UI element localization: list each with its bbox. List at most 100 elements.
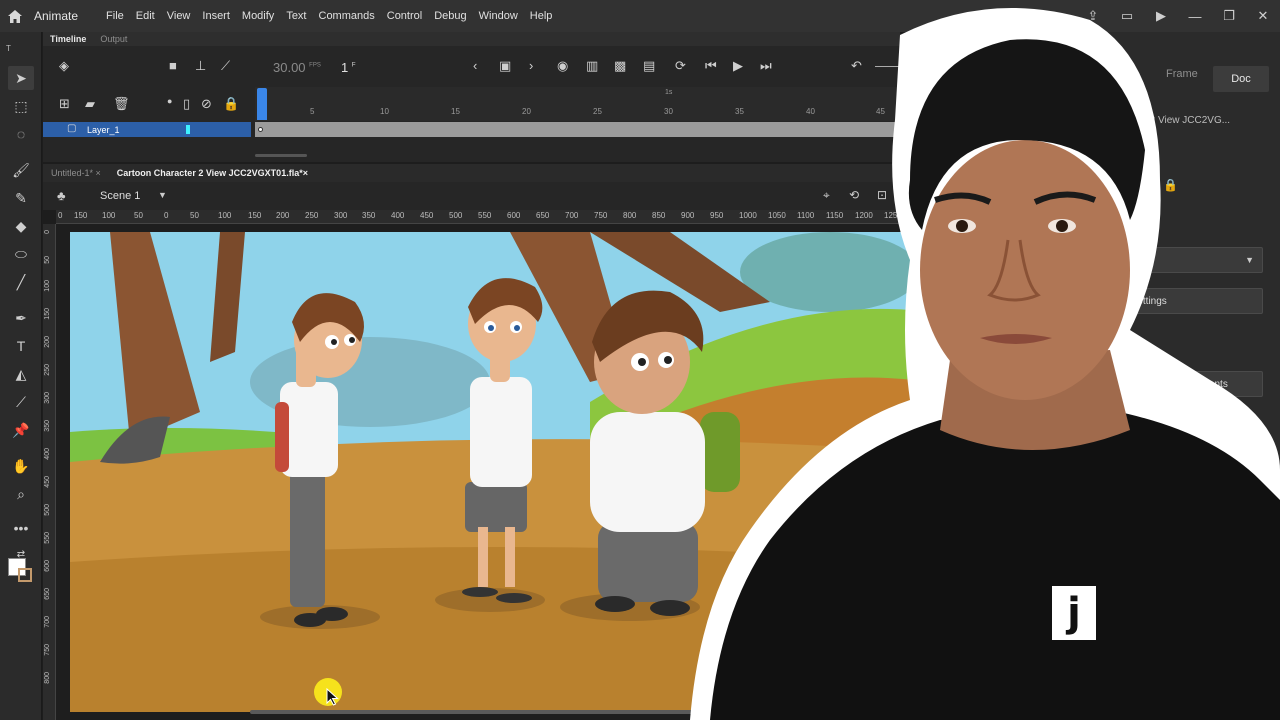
dropdown[interactable]: ▼ — [1113, 247, 1263, 273]
new-folder-icon[interactable]: ▰ — [85, 96, 95, 112]
step-back-icon[interactable]: ⏮ — [705, 58, 717, 74]
document-tabs: Untitled-1* × Cartoon Character 2 View J… — [43, 164, 913, 182]
timeline-scrollbar[interactable] — [255, 154, 307, 157]
highlight-layers-icon[interactable]: ● — [167, 96, 172, 106]
more-tools-icon[interactable]: ••• — [8, 516, 34, 540]
outline-layers-icon[interactable]: ▯ — [183, 96, 190, 112]
prev-keyframe-icon[interactable]: ‹ — [473, 58, 477, 73]
selection-tool-icon[interactable]: ➤ — [8, 66, 34, 90]
stroke-color-swatch[interactable] — [18, 568, 32, 582]
edit-symbols-icon[interactable]: ♣ — [57, 188, 66, 203]
maximize-icon[interactable]: ❐ — [1212, 0, 1246, 32]
oval-tool-icon[interactable]: ⬭ — [8, 242, 34, 266]
frame-ruler[interactable]: 1s 5 10 15 20 25 30 35 40 45 — [255, 87, 900, 121]
clip-stage-icon[interactable]: ⊡ — [877, 188, 887, 202]
close-icon[interactable]: ✕ — [1246, 0, 1280, 32]
eraser-tool-icon[interactable]: ◆ — [8, 214, 34, 238]
hide-layers-icon[interactable]: ⊘ — [201, 96, 212, 112]
brush-tool-icon[interactable]: 🖌 — [8, 158, 34, 182]
next-keyframe-icon[interactable]: › — [529, 58, 533, 73]
properties-panel: Frame Doc er 2 View JCC2VG... 🔒 ▼ e sett… — [913, 32, 1280, 720]
eyedropper-tool-icon[interactable]: ⟋ — [8, 390, 34, 414]
hand-tool-icon[interactable]: ✋ — [8, 454, 34, 478]
undo-icon[interactable]: ↶ — [851, 58, 862, 74]
ruler-label: 350 — [44, 420, 51, 432]
menu-view[interactable]: View — [167, 10, 191, 22]
ruler-label: 0 — [58, 211, 63, 220]
insert-keyframe-icon[interactable]: ▣ — [499, 58, 511, 74]
layer-name[interactable]: Layer_1 — [87, 125, 120, 135]
document-title: er 2 View JCC2VG... — [1138, 115, 1231, 126]
ruler-label: 100 — [218, 211, 232, 220]
doc-tab-untitled[interactable]: Untitled-1* × — [43, 168, 109, 178]
stage-area[interactable] — [56, 224, 913, 720]
ruler-label: 1200 — [855, 211, 873, 220]
onion-skin-icon[interactable]: ◉ — [557, 58, 568, 74]
test-movie-icon[interactable]: ▶ — [1144, 0, 1178, 32]
current-frame[interactable]: 1 — [341, 60, 348, 75]
free-transform-tool-icon[interactable]: ⬚ — [8, 94, 34, 118]
layers-icon[interactable]: ◈ — [59, 58, 69, 74]
pen-tool-icon[interactable]: ✒ — [8, 306, 34, 330]
edit-multiple-frames-icon[interactable]: ▥ — [586, 58, 598, 74]
match-contents-button[interactable]: Match contents — [1149, 371, 1263, 397]
keyframe[interactable] — [258, 127, 263, 132]
lock-layers-icon[interactable]: 🔒 — [223, 96, 239, 112]
tab-output[interactable]: Output — [93, 34, 134, 44]
share-icon[interactable]: ⇪ — [1076, 0, 1110, 32]
layer-color-swatch[interactable] — [186, 125, 190, 134]
onion-outline-icon[interactable]: ▩ — [614, 58, 626, 74]
tab-doc[interactable]: Doc — [1213, 66, 1269, 92]
menu-debug[interactable]: Debug — [434, 10, 466, 22]
insert-frame-icon[interactable]: ▤ — [643, 58, 655, 74]
menu-commands[interactable]: Commands — [319, 10, 375, 22]
stage-canvas[interactable] — [70, 232, 913, 712]
playhead[interactable] — [257, 88, 267, 120]
menu-text[interactable]: Text — [286, 10, 306, 22]
lasso-tool-icon[interactable]: ◌ — [8, 122, 34, 146]
doc-tab-cartoon[interactable]: Cartoon Character 2 View JCC2VGXT01.fla*… — [109, 168, 316, 178]
chevron-down-icon: ▼ — [1245, 255, 1254, 265]
menu-insert[interactable]: Insert — [202, 10, 230, 22]
ruler-label: 800 — [623, 211, 637, 220]
loop-icon[interactable]: ⟳ — [675, 58, 686, 74]
ruler-label: 100 — [44, 280, 51, 292]
menu-window[interactable]: Window — [479, 10, 518, 22]
document-settings-button[interactable]: e settings — [1113, 288, 1263, 314]
line-tool-icon[interactable]: ╱ — [8, 270, 34, 294]
menu-file[interactable]: File — [106, 10, 124, 22]
workspace-icon[interactable]: ▭ — [1110, 0, 1144, 32]
tab-frame[interactable]: Frame — [1166, 68, 1198, 80]
rotate-stage-icon[interactable]: ⟲ — [849, 188, 859, 202]
paint-brush-tool-icon[interactable]: ✎ — [8, 186, 34, 210]
minimize-icon[interactable]: — — [1178, 0, 1212, 32]
play-icon[interactable]: ▶ — [733, 58, 743, 74]
stage-options-icon[interactable]: ⬍ — [901, 188, 911, 202]
layer-frames[interactable] — [255, 122, 900, 137]
pin-tool-icon[interactable]: 📌 — [8, 418, 34, 442]
layer-row[interactable]: ▢ Layer_1 — [43, 122, 251, 137]
layer-parenting-icon[interactable]: ⊥ — [195, 58, 206, 74]
stage-horizontal-scrollbar[interactable] — [250, 710, 700, 714]
doc-tab-label: Cartoon Character 2 View JCC2VGXT01.fla* — [116, 168, 303, 178]
menu-help[interactable]: Help — [530, 10, 553, 22]
new-layer-icon[interactable]: ⊞ — [59, 96, 70, 112]
camera-icon[interactable]: ■ — [169, 58, 177, 73]
tab-timeline[interactable]: Timeline — [43, 34, 93, 44]
snap-icon[interactable]: ⌖ — [823, 188, 830, 203]
step-forward-icon[interactable]: ⏭ — [760, 58, 772, 74]
menu-modify[interactable]: Modify — [242, 10, 274, 22]
chevron-down-icon[interactable]: ▼ — [158, 190, 167, 200]
delete-layer-icon[interactable]: 🗑 — [113, 96, 130, 112]
paint-bucket-tool-icon[interactable]: ◭ — [8, 362, 34, 386]
zoom-slider[interactable] — [875, 66, 900, 67]
zoom-tool-icon[interactable]: ⌕ — [8, 482, 34, 506]
lock-icon[interactable]: 🔒 — [1163, 178, 1178, 192]
graph-icon[interactable]: ⟋ — [221, 58, 230, 74]
ruler-label: 450 — [420, 211, 434, 220]
text-tool-icon[interactable]: T — [8, 334, 34, 358]
home-icon[interactable] — [0, 0, 30, 32]
match-contents-label: Match contents — [1160, 378, 1228, 390]
menu-control[interactable]: Control — [387, 10, 422, 22]
menu-edit[interactable]: Edit — [136, 10, 155, 22]
